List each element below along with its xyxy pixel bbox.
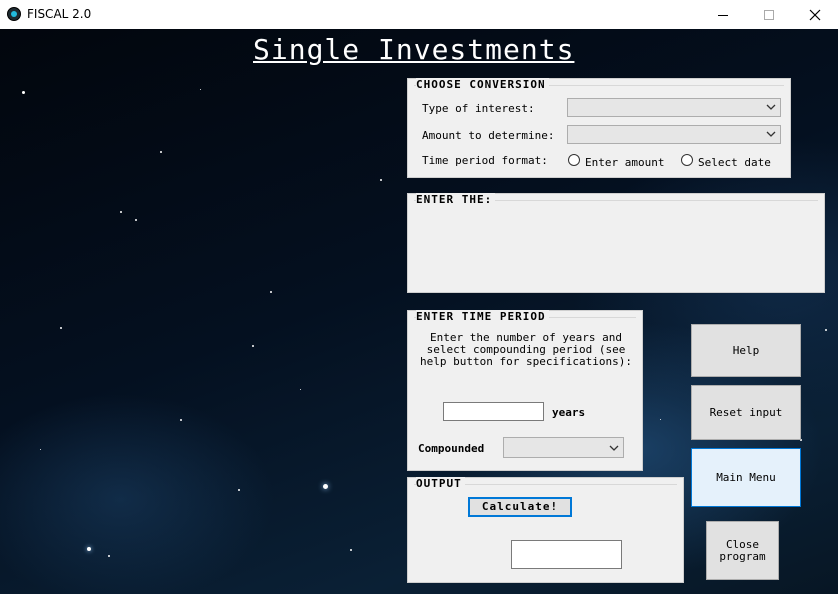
title-bar: FISCAL 2.0 — [0, 0, 838, 29]
close-icon — [809, 9, 821, 20]
select-date-radio[interactable] — [681, 154, 693, 166]
maximize-icon — [764, 9, 774, 20]
interest-type-select[interactable] — [567, 98, 781, 117]
chevron-down-icon — [609, 445, 619, 451]
time-period-panel: ENTER TIME PERIOD Enter the number of ye… — [407, 310, 643, 471]
result-output-field — [511, 540, 622, 569]
period-format-label: Time period format: — [422, 154, 548, 167]
time-period-panel-title: ENTER TIME PERIOD — [416, 310, 549, 323]
interest-type-label: Type of interest: — [422, 102, 535, 115]
main-menu-button[interactable]: Main Menu — [691, 448, 801, 507]
page-title: Single Investments — [253, 33, 575, 66]
conversion-panel-title: CHOOSE CONVERSION — [416, 78, 549, 91]
minimize-button[interactable] — [700, 0, 746, 29]
compounded-label: Compounded — [418, 442, 485, 455]
reset-input-button[interactable]: Reset input — [691, 385, 801, 440]
amount-determine-select[interactable] — [567, 125, 781, 144]
chevron-down-icon — [766, 131, 776, 137]
close-program-button[interactable]: Close program — [706, 521, 779, 580]
minimize-icon — [718, 14, 728, 16]
output-panel-title: OUTPUT — [416, 477, 465, 490]
compounded-select[interactable] — [503, 437, 624, 458]
app-icon — [7, 7, 21, 21]
enter-amount-option-label[interactable]: Enter amount — [585, 156, 664, 169]
maximize-button[interactable] — [746, 0, 792, 29]
enter-panel-title: ENTER THE: — [416, 193, 496, 206]
years-label: years — [552, 406, 586, 419]
enter-panel: ENTER THE: — [407, 193, 825, 293]
output-panel: OUTPUT Calculate! — [407, 477, 684, 583]
help-button[interactable]: Help — [691, 324, 801, 377]
close-window-button[interactable] — [792, 0, 838, 29]
calculate-button[interactable]: Calculate! — [468, 497, 572, 517]
time-period-instructions: Enter the number of years and select com… — [420, 331, 632, 368]
amount-determine-label: Amount to determine: — [422, 129, 555, 142]
enter-amount-radio[interactable] — [568, 154, 580, 166]
chevron-down-icon — [766, 104, 776, 110]
window-title: FISCAL 2.0 — [27, 7, 92, 21]
select-date-option-label[interactable]: Select date — [698, 156, 771, 169]
years-input[interactable] — [443, 402, 544, 421]
conversion-panel: CHOOSE CONVERSION Type of interest: Amou… — [407, 78, 791, 178]
